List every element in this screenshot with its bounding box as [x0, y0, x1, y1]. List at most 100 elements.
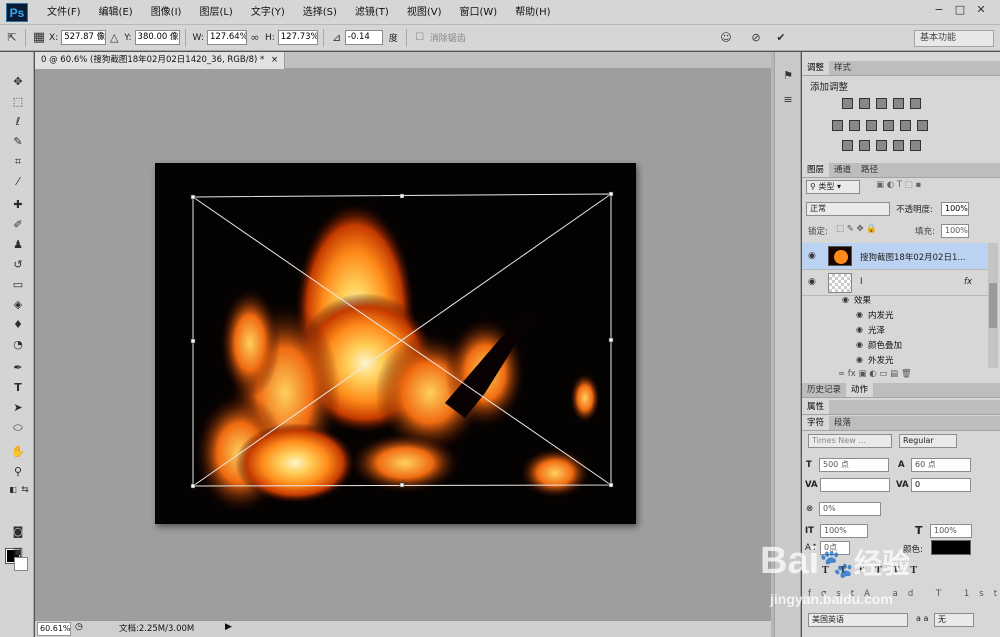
x-position-field[interactable]: 527.87 像	[61, 30, 107, 45]
move-tool-icon[interactable]: ✥	[9, 74, 27, 90]
lasso-tool-icon[interactable]: ℓ	[9, 114, 27, 130]
eyedropper-tool-icon[interactable]: ⁄	[9, 174, 27, 190]
menu-item[interactable]: 滤镜(T)	[346, 0, 398, 25]
black-white-icon[interactable]	[866, 120, 877, 131]
blur-tool-icon[interactable]: ♦	[9, 317, 27, 333]
lock-icons[interactable]: ⬚ ✎ ✥ 🔒	[836, 224, 877, 234]
vibrance-icon[interactable]	[910, 98, 921, 109]
tab-adjustments[interactable]: 调整	[802, 61, 830, 75]
layers-scrollbar[interactable]	[988, 243, 998, 368]
tab-paragraph[interactable]: 段落	[829, 416, 856, 430]
warp-puppet-icon[interactable]: ☺	[718, 30, 734, 46]
effect-eye-icon[interactable]: ◉	[856, 355, 863, 364]
rotate-field[interactable]: -0.14	[344, 30, 383, 45]
curves-icon[interactable]	[876, 98, 887, 109]
invert-icon[interactable]	[842, 140, 853, 151]
tab-properties[interactable]: 属性	[802, 400, 830, 414]
document-tab[interactable]: 0 @ 60.6% (搜狗截图18年02月02日1420_36, RGB/8) …	[35, 52, 285, 69]
status-info-icon[interactable]: ◷	[75, 622, 83, 632]
menu-item[interactable]: 文件(F)	[38, 0, 90, 25]
horizontal-scale-field[interactable]: 100%	[930, 524, 972, 538]
cancel-transform-icon[interactable]: ⊘	[748, 30, 764, 46]
layer-visibility-eye-icon[interactable]: ◉	[808, 277, 816, 287]
font-family-select[interactable]: Times New ...	[808, 434, 892, 448]
document-canvas[interactable]	[155, 163, 636, 524]
blend-mode-select[interactable]: 正常	[806, 202, 890, 216]
type-tool-icon[interactable]: T	[9, 380, 27, 396]
menu-item[interactable]: 帮助(H)	[506, 0, 559, 25]
height-scale-field[interactable]: 127.73%	[277, 30, 318, 45]
menu-item[interactable]: 选择(S)	[294, 0, 346, 25]
canvas-area[interactable]	[35, 69, 771, 620]
tab-styles[interactable]: 样式	[829, 61, 856, 75]
menu-item[interactable]: 窗口(W)	[450, 0, 506, 25]
hand-tool-icon[interactable]: ✋	[9, 444, 27, 460]
layer-visibility-eye-icon[interactable]: ◉	[808, 251, 816, 261]
layer-row-image[interactable]: ◉ 搜狗截图18年02月02日1...	[802, 243, 988, 270]
properties-panel-icon[interactable]: ≡	[780, 92, 796, 108]
crop-tool-icon[interactable]: ⌗	[9, 154, 27, 170]
status-menu-arrow-icon[interactable]: ▶	[225, 622, 232, 632]
effect-color-overlay[interactable]: 颜色叠加	[868, 339, 902, 351]
layer-fx-badge[interactable]: fx	[964, 277, 972, 287]
antialias-mode-select[interactable]: 无	[934, 613, 974, 627]
effect-outer-glow[interactable]: 外发光	[868, 354, 894, 366]
tab-channels[interactable]: 通道	[829, 163, 856, 177]
dodge-tool-icon[interactable]: ◔	[9, 337, 27, 353]
zoom-field[interactable]: 60.61%	[37, 622, 71, 636]
brightness-icon[interactable]	[842, 98, 853, 109]
menu-item[interactable]: 图层(L)	[190, 0, 241, 25]
antialias-checkbox[interactable]: ☐	[412, 30, 428, 46]
layer-filter-icons[interactable]: ▣ ◐ T ⬚ ▪	[876, 180, 921, 190]
clone-stamp-tool-icon[interactable]: ♟	[9, 237, 27, 253]
tab-character[interactable]: 字符	[802, 416, 830, 430]
path-select-tool-icon[interactable]: ➤	[9, 400, 27, 416]
marquee-tool-icon[interactable]: ⬚	[9, 94, 27, 110]
gradient-map-icon[interactable]	[910, 140, 921, 151]
y-position-field[interactable]: 380.00 像	[134, 30, 180, 45]
effects-eye-icon[interactable]: ◉	[842, 295, 849, 304]
reference-point-grid-icon[interactable]: ▦	[31, 30, 47, 46]
opacity-field[interactable]: 100%	[941, 202, 969, 216]
font-style-select[interactable]: Regular	[899, 434, 957, 448]
menu-item[interactable]: 视图(V)	[398, 0, 451, 25]
move-tool-preset-icon[interactable]: ⇱	[4, 30, 20, 46]
menu-item[interactable]: 文字(Y)	[242, 0, 294, 25]
menu-item[interactable]: 编辑(E)	[90, 0, 142, 25]
layer-footer-icons[interactable]: ∞ fx ▣ ◐ ▭ ▤ 🗑	[838, 369, 912, 379]
width-scale-field[interactable]: 127.64%	[206, 30, 247, 45]
photo-filter-icon[interactable]	[883, 120, 894, 131]
effect-satin[interactable]: 光泽	[868, 324, 885, 336]
leading-field[interactable]: 60 点	[911, 458, 971, 472]
minimize-button[interactable]: −	[930, 2, 948, 18]
workspace-select[interactable]: 基本功能	[914, 30, 994, 47]
tab-layers[interactable]: 图层	[802, 163, 830, 177]
close-tab-icon[interactable]: ×	[271, 55, 278, 65]
eraser-tool-icon[interactable]: ▭	[9, 277, 27, 293]
levels-icon[interactable]	[859, 98, 870, 109]
relative-position-icon[interactable]: △	[106, 30, 122, 46]
fill-field[interactable]: 100%	[941, 224, 969, 238]
kerning-field[interactable]	[820, 478, 890, 492]
quick-select-tool-icon[interactable]: ✎	[9, 134, 27, 150]
tab-history[interactable]: 历史记录	[802, 383, 846, 397]
pen-tool-icon[interactable]: ✒	[9, 360, 27, 376]
tsume-field[interactable]: 0%	[819, 502, 881, 516]
swap-colors-icon[interactable]: ⇆	[16, 482, 34, 498]
history-panel-icon[interactable]: ⚑	[780, 68, 796, 84]
healing-brush-tool-icon[interactable]: ✚	[9, 197, 27, 213]
text-color-swatch[interactable]	[931, 540, 971, 555]
font-size-field[interactable]: 500 点	[819, 458, 889, 472]
language-select[interactable]: 美国英语	[808, 613, 908, 627]
history-brush-tool-icon[interactable]: ↺	[9, 257, 27, 273]
effect-inner-glow[interactable]: 内发光	[868, 309, 894, 321]
threshold-icon[interactable]	[876, 140, 887, 151]
effect-eye-icon[interactable]: ◉	[856, 310, 863, 319]
vertical-scale-field[interactable]: 100%	[820, 524, 868, 538]
exposure-icon[interactable]	[893, 98, 904, 109]
link-icon[interactable]: ∞	[247, 30, 263, 46]
color-lookup-icon[interactable]	[917, 120, 928, 131]
hue-saturation-icon[interactable]	[832, 120, 843, 131]
selective-color-icon[interactable]	[893, 140, 904, 151]
brush-tool-icon[interactable]: ✐	[9, 217, 27, 233]
